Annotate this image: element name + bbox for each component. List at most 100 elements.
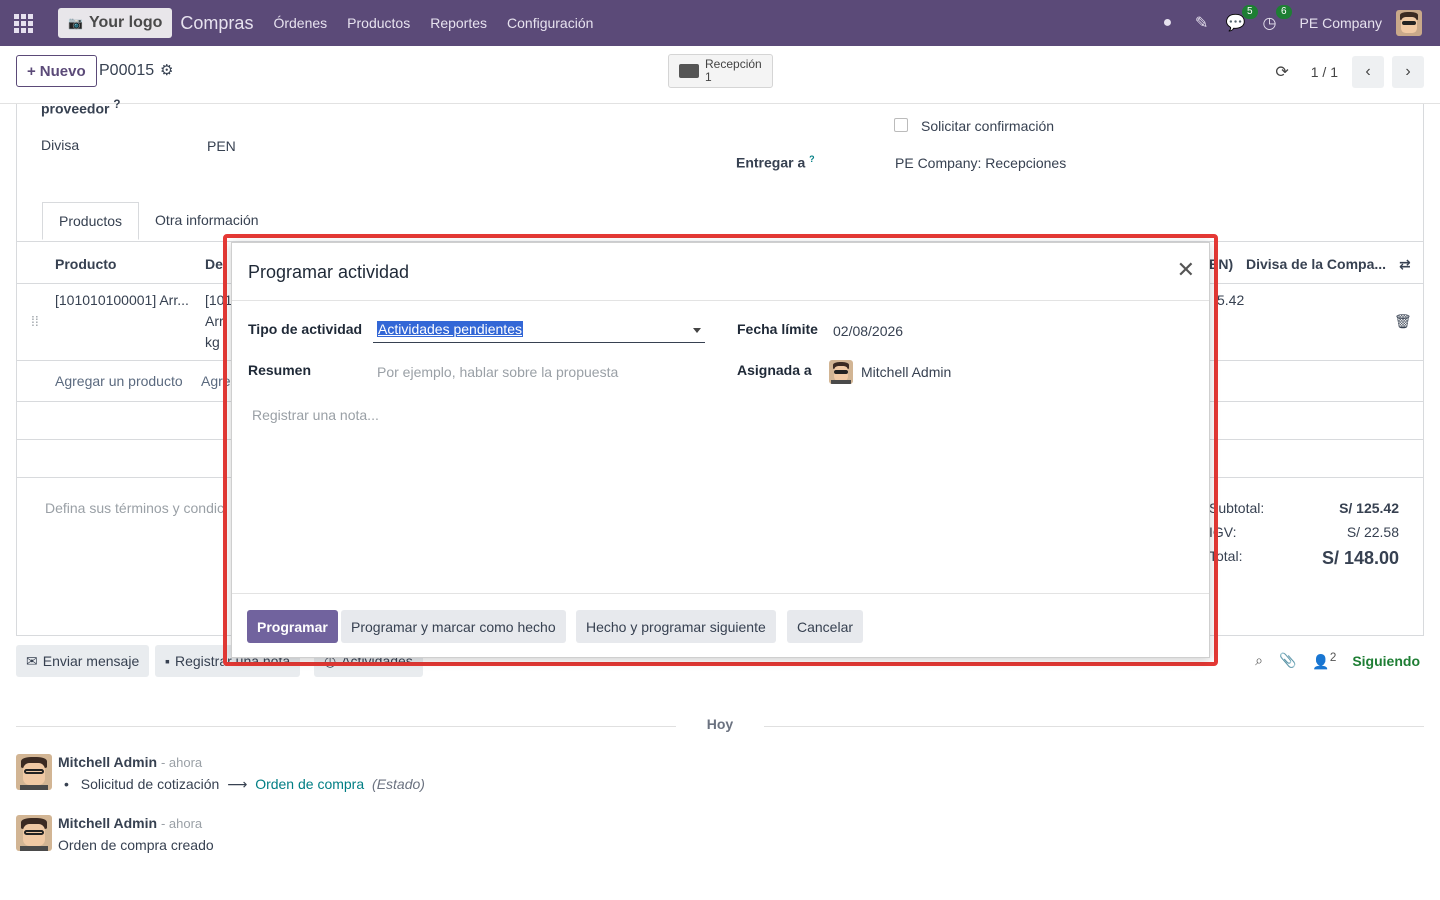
tracking-old-value: Solicitud de cotización	[80, 776, 220, 792]
schedule-mark-done-button[interactable]: Programar y marcar como hecho	[341, 610, 566, 643]
line-description-2: Arr	[205, 313, 224, 329]
company-logo: 📷 Your logo	[58, 8, 173, 38]
line-product[interactable]: [101010100001] Arr...	[55, 290, 189, 311]
reception-text: Recepción 1	[705, 58, 762, 84]
column-product[interactable]: Producto	[55, 256, 116, 272]
menu-item-products[interactable]: Productos	[347, 15, 410, 31]
refresh-icon[interactable]: ⟳	[1275, 62, 1288, 82]
ask-confirmation-label: Solicitar confirmación	[921, 118, 1055, 134]
search-icon[interactable]: ⌕	[1255, 652, 1263, 669]
activities-icon[interactable]: ◷ 6	[1260, 5, 1292, 33]
bullet-icon: •	[64, 776, 69, 792]
summary-input[interactable]: Por ejemplo, hablar sobre la propuesta	[377, 364, 618, 380]
pager: ⟳ 1 / 1 ‹ ›	[1275, 56, 1424, 88]
control-panel: + Nuevo P00015 ⚙ Recepción 1 ⟳ 1 / 1 ‹ ›	[0, 46, 1440, 104]
dialog-footer: Programar Programar y marcar como hecho …	[232, 593, 1209, 657]
following-button[interactable]: Siguiendo	[1352, 653, 1420, 669]
currency-label: Divisa	[41, 137, 80, 153]
schedule-button[interactable]: Programar	[247, 610, 338, 643]
followers-icon[interactable]: 👤2	[1312, 651, 1336, 671]
done-schedule-next-button[interactable]: Hecho y programar siguiente	[576, 610, 776, 643]
message-body: Orden de compra creado	[58, 837, 214, 853]
chevron-down-icon[interactable]	[693, 328, 701, 333]
column-company-currency[interactable]: Divisa de la Compa...	[1246, 256, 1386, 272]
send-message-label: Enviar mensaje	[42, 653, 140, 669]
column-description[interactable]: De	[205, 256, 223, 272]
send-message-button[interactable]: ✉ Enviar mensaje	[16, 645, 150, 677]
company-switcher[interactable]: PE Company	[1300, 15, 1382, 31]
tracking-new-value: Orden de compra	[255, 776, 365, 792]
menu-item-configuration[interactable]: Configuración	[507, 15, 593, 31]
plus-icon: +	[27, 62, 36, 80]
top-navbar: 📷 Your logo Compras Órdenes Productos Re…	[0, 0, 1440, 46]
app-name[interactable]: Compras	[180, 13, 253, 34]
close-icon[interactable]: ✕	[1177, 259, 1195, 281]
vendor-label: proveedor ?	[41, 98, 121, 117]
menu-item-orders[interactable]: Órdenes	[273, 15, 327, 31]
messages-badge: 5	[1241, 5, 1258, 19]
messages-icon[interactable]: 💬 5	[1226, 5, 1258, 33]
note-icon: ▪	[165, 653, 170, 669]
tracking-field-name: (Estado)	[372, 776, 425, 792]
deliver-to-value[interactable]: PE Company: Recepciones	[895, 155, 1066, 171]
record-name: P00015	[99, 62, 155, 79]
currency-value[interactable]: PEN	[207, 138, 236, 154]
note-editor[interactable]: Registrar una nota...	[252, 407, 379, 423]
tab-products[interactable]: Productos	[42, 202, 140, 240]
user-avatar[interactable]	[1396, 10, 1422, 36]
deadline-label: Fecha límite	[737, 321, 818, 337]
reception-count: 1	[705, 70, 712, 84]
new-button-label: Nuevo	[39, 62, 86, 80]
deliver-to-label: Entregar a ?	[736, 154, 815, 171]
envelope-icon: ✉	[26, 652, 38, 669]
message-author[interactable]: Mitchell Admin	[58, 754, 157, 770]
add-product-link[interactable]: Agregar un producto	[55, 371, 183, 392]
deadline-input[interactable]: 02/08/2026	[833, 323, 903, 339]
cancel-button[interactable]: Cancelar	[787, 610, 864, 643]
summary-label: Resumen	[248, 362, 312, 378]
gear-icon[interactable]: ⚙	[160, 61, 173, 79]
assigned-to-label: Asignada a	[737, 362, 812, 378]
pager-next-button[interactable]: ›	[1392, 56, 1424, 88]
drag-handle-icon[interactable]: ⁞⁞	[31, 311, 39, 332]
activities-badge: 6	[1275, 5, 1292, 19]
new-button[interactable]: + Nuevo	[16, 55, 97, 87]
total-value: S/ 148.00	[1321, 548, 1399, 568]
message-author[interactable]: Mitchell Admin	[58, 815, 157, 831]
reception-smart-button[interactable]: Recepción 1	[668, 54, 773, 88]
message-time: - ahora	[160, 816, 203, 831]
author-avatar[interactable]	[16, 754, 52, 790]
apps-menu-icon[interactable]	[0, 0, 46, 46]
message-author-line: Mitchell Admin - ahora	[58, 754, 202, 770]
paperclip-icon[interactable]: 📎	[1279, 652, 1296, 669]
logo-text: Your logo	[88, 14, 163, 31]
assignee-avatar	[829, 360, 853, 384]
pager-previous-button[interactable]: ‹	[1352, 56, 1384, 88]
activity-type-label: Tipo de actividad	[248, 321, 363, 337]
tax-value: S/ 22.58	[1346, 524, 1399, 540]
arrow-right-icon: ⟶	[227, 776, 248, 792]
author-avatar[interactable]	[16, 815, 52, 851]
terms-placeholder[interactable]: Defina sus términos y condic	[45, 500, 224, 516]
main-menu: Órdenes Productos Reportes Configuración	[273, 15, 593, 31]
camera-icon: 📷	[68, 16, 83, 30]
drop-icon[interactable]: ●	[1158, 14, 1178, 32]
navbar-systray: ● ✎ 💬 5 ◷ 6 PE Company	[1158, 0, 1422, 46]
activity-type-value[interactable]: Actividades pendientes	[377, 321, 523, 337]
totals-summary: Subtotal: S/ 125.42 IGV: S/ 22.58 Total: S/…	[1209, 500, 1399, 577]
activity-type-select[interactable]: Actividades pendientes	[373, 319, 705, 343]
menu-item-reports[interactable]: Reportes	[430, 15, 487, 31]
truck-icon	[679, 64, 699, 78]
dialog-title: Programar actividad	[248, 262, 410, 282]
pager-value[interactable]: 1 / 1	[1311, 64, 1338, 80]
dialog-header: Programar actividad ✕	[232, 243, 1209, 301]
assigned-to-input[interactable]: Mitchell Admin	[861, 364, 951, 380]
line-amount: 5.42	[1217, 292, 1245, 308]
ask-confirmation-checkbox[interactable]	[894, 118, 908, 132]
subtotal-value: S/ 125.42	[1339, 500, 1399, 516]
edit-icon[interactable]: ✎	[1192, 13, 1212, 33]
tracking-value: • Solicitud de cotización ⟶ Orden de com…	[58, 776, 425, 793]
optional-columns-icon[interactable]: ⇄	[1399, 256, 1411, 273]
message-author-line: Mitchell Admin - ahora	[58, 815, 202, 831]
trash-icon[interactable]: 🗑	[1394, 311, 1412, 332]
